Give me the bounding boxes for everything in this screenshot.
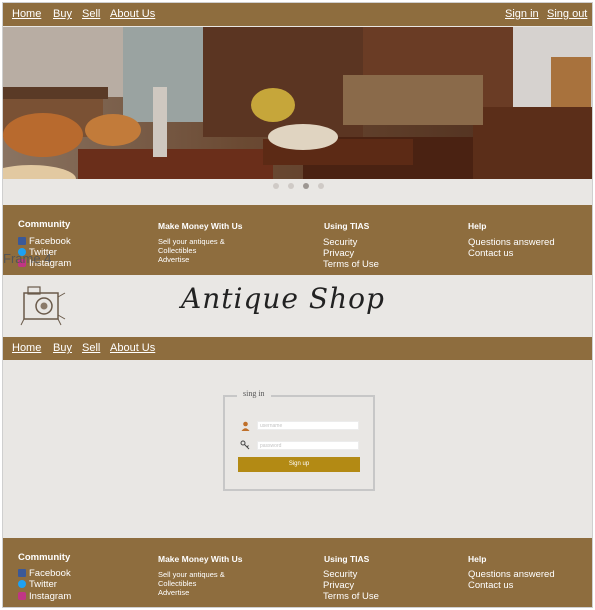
footer-collectibles-link-2[interactable]: Collectibles bbox=[158, 579, 196, 588]
footer-top: Community Facebook Twitter Instagram Mak… bbox=[3, 205, 592, 275]
facebook-icon bbox=[18, 237, 26, 245]
nav-sell-2[interactable]: Sell bbox=[82, 342, 100, 354]
footer-money-title: Make Money With Us bbox=[158, 221, 243, 231]
username-input[interactable]: username bbox=[257, 421, 359, 430]
signin-form: sing in username password Sign up bbox=[223, 389, 375, 491]
carousel-dot[interactable] bbox=[288, 183, 294, 189]
footer-security-link-2[interactable]: Security bbox=[323, 569, 357, 580]
footer-terms-link[interactable]: Terms of Use bbox=[323, 259, 379, 270]
nav-home-2[interactable]: Home bbox=[12, 342, 41, 354]
footer-questions-link-2[interactable]: Questions answered bbox=[468, 569, 555, 580]
footer-terms-link-2[interactable]: Terms of Use bbox=[323, 591, 379, 602]
footer-community-title-2: Community bbox=[18, 552, 71, 563]
footer-questions-link[interactable]: Questions answered bbox=[468, 237, 555, 248]
footer-help-title: Help bbox=[468, 221, 487, 231]
top-nav: Home Buy Sell About Us Sign in Sing out bbox=[3, 3, 592, 26]
page-frame: Home Buy Sell About Us Sign in Sing out bbox=[2, 2, 593, 608]
carousel-dot[interactable] bbox=[273, 183, 279, 189]
footer-security-link[interactable]: Security bbox=[323, 237, 357, 248]
nav-home[interactable]: Home bbox=[12, 8, 41, 20]
key-icon bbox=[240, 440, 250, 450]
footer-sell-link[interactable]: Sell your antiques & bbox=[158, 237, 225, 246]
facebook-icon bbox=[18, 569, 26, 577]
footer-bottom: Community Facebook Twitter Instagram Mak… bbox=[3, 538, 592, 607]
carousel-dot[interactable] bbox=[318, 183, 324, 189]
signup-button[interactable]: Sign up bbox=[238, 457, 360, 472]
footer-twitter-link-2[interactable]: Twitter bbox=[18, 579, 57, 590]
camera-logo-icon bbox=[20, 286, 66, 326]
password-input[interactable]: password bbox=[257, 441, 359, 450]
footer-privacy-link[interactable]: Privacy bbox=[323, 248, 354, 259]
nav-about-2[interactable]: About Us bbox=[110, 342, 155, 354]
nav-signin[interactable]: Sign in bbox=[505, 8, 539, 20]
signin-legend: sing in bbox=[237, 389, 271, 398]
footer-facebook-link-2[interactable]: Facebook bbox=[18, 568, 71, 579]
footer-facebook-link[interactable]: Facebook bbox=[18, 236, 71, 247]
twitter-icon bbox=[18, 580, 26, 588]
footer-help-title-2: Help bbox=[468, 554, 487, 564]
footer-privacy-link-2[interactable]: Privacy bbox=[323, 580, 354, 591]
footer-advertise-link-2[interactable]: Advertise bbox=[158, 588, 189, 597]
antique-shop-photo bbox=[3, 27, 592, 179]
nav-buy-2[interactable]: Buy bbox=[53, 342, 72, 354]
instagram-icon bbox=[18, 592, 26, 600]
footer-using-title: Using TIAS bbox=[324, 221, 370, 231]
frame-overlay-text: Frame 4 bbox=[3, 251, 52, 266]
carousel-dots bbox=[3, 183, 592, 193]
footer-collectibles-link[interactable]: Collectibles bbox=[158, 246, 196, 255]
nav-sell[interactable]: Sell bbox=[82, 8, 100, 20]
nav-buy[interactable]: Buy bbox=[53, 8, 72, 20]
footer-contact-link[interactable]: Contact us bbox=[468, 248, 513, 259]
hero-image bbox=[3, 27, 592, 179]
footer-contact-link-2[interactable]: Contact us bbox=[468, 580, 513, 591]
footer-community-title: Community bbox=[18, 219, 71, 230]
footer-money-title-2: Make Money With Us bbox=[158, 554, 243, 564]
footer-advertise-link[interactable]: Advertise bbox=[158, 255, 189, 264]
nav-signout[interactable]: Sing out bbox=[547, 8, 587, 20]
footer-instagram-link-2[interactable]: Instagram bbox=[18, 591, 71, 602]
secondary-nav: Home Buy Sell About Us bbox=[3, 337, 592, 360]
brand-title: Antique Shop bbox=[181, 282, 385, 315]
user-icon bbox=[241, 421, 250, 431]
footer-sell-link-2[interactable]: Sell your antiques & bbox=[158, 570, 225, 579]
carousel-dot-active[interactable] bbox=[303, 183, 309, 189]
footer-using-title-2: Using TIAS bbox=[324, 554, 370, 564]
nav-about[interactable]: About Us bbox=[110, 8, 155, 20]
